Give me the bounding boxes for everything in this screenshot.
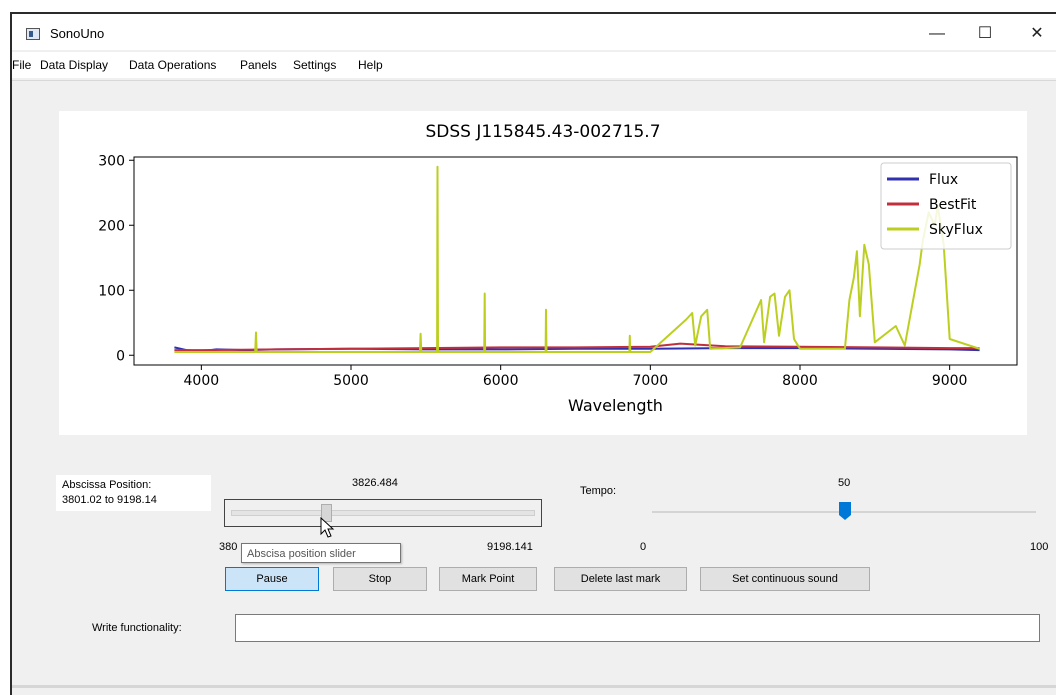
x-tick-label: 7000 xyxy=(633,373,669,389)
slider-min-label: 380 xyxy=(219,541,238,553)
tempo-min: 0 xyxy=(640,541,647,553)
write-functionality-input[interactable] xyxy=(235,614,1040,642)
minimize-button[interactable]: — xyxy=(917,20,957,48)
y-tick-label: 0 xyxy=(116,348,125,364)
menu-data-display[interactable]: Data Display xyxy=(40,58,108,72)
x-tick-label: 5000 xyxy=(333,373,369,389)
window-title: SonoUno xyxy=(50,26,105,41)
stop-button[interactable]: Stop xyxy=(333,567,427,591)
x-axis-label: Wavelength xyxy=(568,396,663,415)
main-panel: SDSS J115845.43-002715.7 4000 5000 6000 700… xyxy=(12,80,1056,688)
y-tick-label: 300 xyxy=(98,153,125,169)
mouse-cursor-icon xyxy=(320,517,335,538)
menu-bar: File Data Display Data Operations Panels… xyxy=(12,52,1056,78)
x-tick-label: 6000 xyxy=(483,373,519,389)
tempo-value: 50 xyxy=(838,477,851,489)
status-bar xyxy=(12,685,1056,688)
abscissa-slider[interactable] xyxy=(224,499,542,527)
tempo-slider-thumb[interactable] xyxy=(838,501,852,521)
tempo-label: Tempo: xyxy=(580,485,617,497)
menu-file[interactable]: File xyxy=(12,58,31,72)
delete-last-mark-button[interactable]: Delete last mark xyxy=(554,567,687,591)
slider-max-label: 9198.141 xyxy=(487,541,533,553)
y-tick-label: 100 xyxy=(98,283,125,299)
mark-point-button[interactable]: Mark Point xyxy=(439,567,537,591)
y-tick-label: 200 xyxy=(98,218,125,234)
spectrum-chart: 4000 5000 6000 7000 8000 9000 0 100 200 300 Wavele… xyxy=(98,153,1018,415)
set-continuous-sound-button[interactable]: Set continuous sound xyxy=(700,567,870,591)
series-line-skyflux xyxy=(174,165,980,353)
abscissa-slider-track[interactable] xyxy=(231,510,535,516)
x-tick-label: 9000 xyxy=(932,373,968,389)
abscissa-label: Abscissa Position: xyxy=(62,479,152,491)
slider-value: 3826.484 xyxy=(352,477,398,489)
slider-tooltip: Abscisa position slider xyxy=(241,543,401,563)
app-icon xyxy=(26,28,40,40)
legend-label-skyflux: SkyFlux xyxy=(929,222,983,238)
menu-panels[interactable]: Panels xyxy=(240,58,277,72)
maximize-button[interactable]: ☐ xyxy=(965,20,1005,48)
tempo-max: 100 xyxy=(1030,541,1049,553)
title-bar: SonoUno — ☐ ✕ xyxy=(12,14,1056,50)
pause-button[interactable]: Pause xyxy=(225,567,319,591)
close-button[interactable]: ✕ xyxy=(1017,20,1056,48)
legend-label-flux: Flux xyxy=(929,172,958,188)
abscissa-info-box: Abscissa Position: 3801.02 to 9198.14 xyxy=(56,475,211,511)
abscissa-range: 3801.02 to 9198.14 xyxy=(62,494,157,506)
x-tick-label: 8000 xyxy=(782,373,818,389)
x-tick-label: 4000 xyxy=(184,373,220,389)
plot-panel: SDSS J115845.43-002715.7 4000 5000 6000 700… xyxy=(59,111,1027,435)
legend-label-bestfit: BestFit xyxy=(929,197,977,213)
write-functionality-label: Write functionality: xyxy=(92,622,182,634)
menu-data-operations[interactable]: Data Operations xyxy=(129,58,216,72)
menu-help[interactable]: Help xyxy=(358,58,383,72)
menu-settings[interactable]: Settings xyxy=(293,58,336,72)
app-window: SonoUno — ☐ ✕ File Data Display Data Ope… xyxy=(10,12,1056,695)
